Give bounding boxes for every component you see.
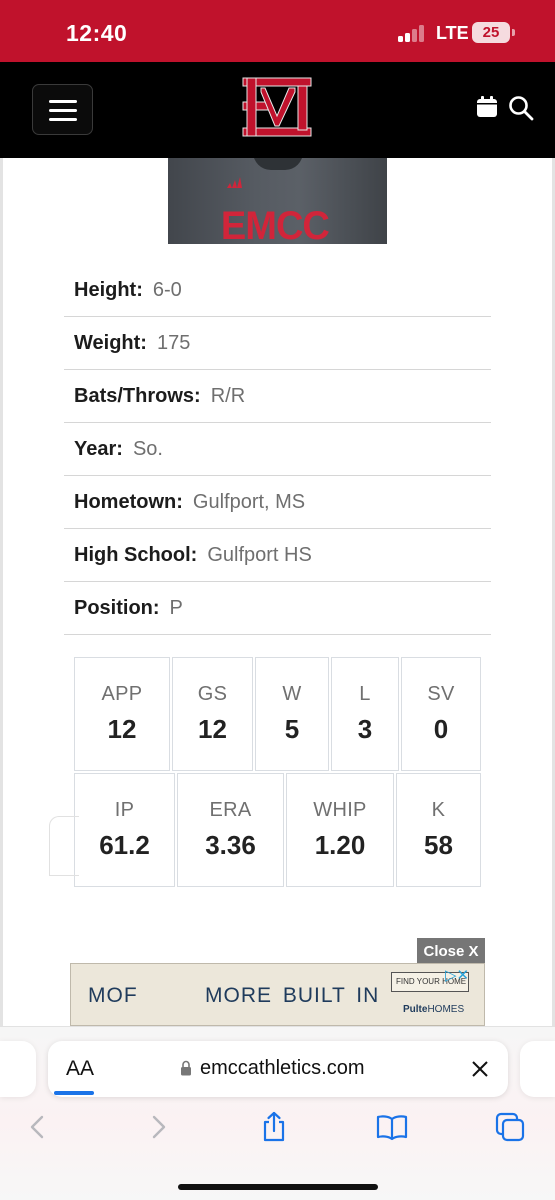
bio-label: Year: [74,437,123,460]
signal-icon [398,24,428,42]
stat-label: K [431,799,446,821]
back-icon[interactable] [22,1111,54,1143]
adchoices-icon[interactable]: ▷✕ [445,966,469,984]
bio-value: 6-0 [152,278,182,301]
page-border [0,158,3,1026]
stats-table: APP 12 GS 12 W 5 L 3 SV 0 IP 61.2 ERA 3.… [74,657,481,889]
home-indicator[interactable] [178,1184,378,1190]
bio-row-position: Position: P [64,582,491,635]
stat-cell-ip: IP 61.2 [74,773,175,887]
battery-tip [512,29,515,36]
ad-brand-name: Pulte [403,1004,428,1015]
menu-icon-bar [49,109,77,112]
stat-cell-era: ERA 3.36 [177,773,284,887]
forward-icon[interactable] [142,1111,174,1143]
ad-close-button[interactable]: Close X [417,938,485,965]
stat-label: IP [114,799,135,821]
next-section-card [49,816,79,876]
ad-brand-suffix: HOMES [427,1004,465,1015]
stat-value: 3 [357,714,373,744]
bio-label: Hometown: [74,490,183,513]
stat-value: 0 [433,714,449,744]
bookmarks-icon[interactable] [376,1111,408,1143]
jersey-collar [253,158,303,170]
bio-value: 175 [156,331,191,354]
lock-icon [181,1060,191,1076]
bio-row-weight: Weight: 175 [64,317,491,370]
previous-tab-preview[interactable] [0,1041,36,1097]
stat-label: GS [197,683,228,705]
jersey-text: EMCC [220,204,330,244]
menu-icon-bar [49,100,77,103]
stat-cell-w: W 5 [255,657,329,771]
network-label: LTE [436,23,469,43]
browser-toolbar: AA emccathletics.com [0,1026,555,1200]
stat-label: APP [101,683,143,705]
stats-row: APP 12 GS 12 W 5 L 3 SV 0 [74,657,481,773]
bio-value: Gulfport, MS [192,490,306,513]
bio-label: Position: [74,596,160,619]
address-bar[interactable]: AA emccathletics.com [48,1041,508,1097]
bio-row-year: Year: So. [64,423,491,476]
status-time: 12:40 [66,20,128,46]
aa-label: AA [66,1057,95,1080]
bio-value: P [169,596,183,619]
reader-aa-button[interactable]: AA [66,1057,94,1081]
stats-row: IP 61.2 ERA 3.36 WHIP 1.20 K 58 [74,773,481,889]
page-load-indicator [54,1091,94,1095]
bio-label: Bats/Throws: [74,384,201,407]
bio-row-hometown: Hometown: Gulfport, MS [64,476,491,529]
stat-label: W [282,683,302,705]
ad-banner[interactable]: MOF MORE BUILT IN FIND YOUR HOME ▷✕ Pult… [70,963,485,1026]
stat-value: 12 [107,714,137,744]
ad-text-left: MOF [88,984,138,1007]
close-icon[interactable] [469,1058,491,1080]
stat-label: L [359,683,371,705]
calendar-icon[interactable] [476,96,498,118]
stat-value: 1.20 [314,830,366,860]
stat-label: ERA [209,799,252,821]
bio-value: Gulfport HS [207,543,312,566]
status-bar: 12:40 LTE 25 [0,0,555,62]
stat-label: WHIP [313,799,367,821]
stat-cell-k: K 58 [396,773,481,887]
menu-icon-bar [49,118,77,121]
stat-label: SV [427,683,455,705]
player-profile: EMCC Height: 6-0 Weight: 175 Bats/Throws… [0,158,555,1026]
ad-headline: MORE BUILT IN [205,984,380,1007]
bio-label: Height: [74,278,143,301]
site-header [0,62,555,158]
battery-icon: 25 [472,22,510,43]
stat-cell-l: L 3 [331,657,399,771]
stat-value: 58 [424,830,453,860]
stat-value: 61.2 [99,830,150,860]
bio-value: R/R [210,384,246,407]
stat-value: 5 [284,714,300,744]
stat-cell-sv: SV 0 [401,657,481,771]
tabs-icon[interactable] [494,1111,526,1143]
stat-cell-whip: WHIP 1.20 [286,773,394,887]
next-tab-preview[interactable] [520,1041,555,1097]
stat-cell-gs: GS 12 [172,657,253,771]
stat-value: 12 [198,714,227,744]
search-icon[interactable] [508,95,534,121]
stat-value: 3.36 [205,830,256,860]
bio-value: So. [132,437,163,460]
bio-row-height: Height: 6-0 [64,264,491,317]
stat-cell-app: APP 12 [74,657,170,771]
player-photo: EMCC [168,158,387,244]
ad-brand-logo: PulteHOMES [403,1004,464,1015]
bio-row-high-school: High School: Gulfport HS [64,529,491,582]
bio-row-bats-throws: Bats/Throws: R/R [64,370,491,423]
adidas-logo-icon [227,177,242,188]
menu-button[interactable] [32,84,93,135]
bio-label: High School: [74,543,198,566]
em-logo[interactable] [241,76,313,138]
url-text[interactable]: emccathletics.com [200,1057,365,1080]
share-icon[interactable] [258,1111,290,1143]
bio-list: Height: 6-0 Weight: 175 Bats/Throws: R/R… [64,264,491,635]
bio-label: Weight: [74,331,147,354]
